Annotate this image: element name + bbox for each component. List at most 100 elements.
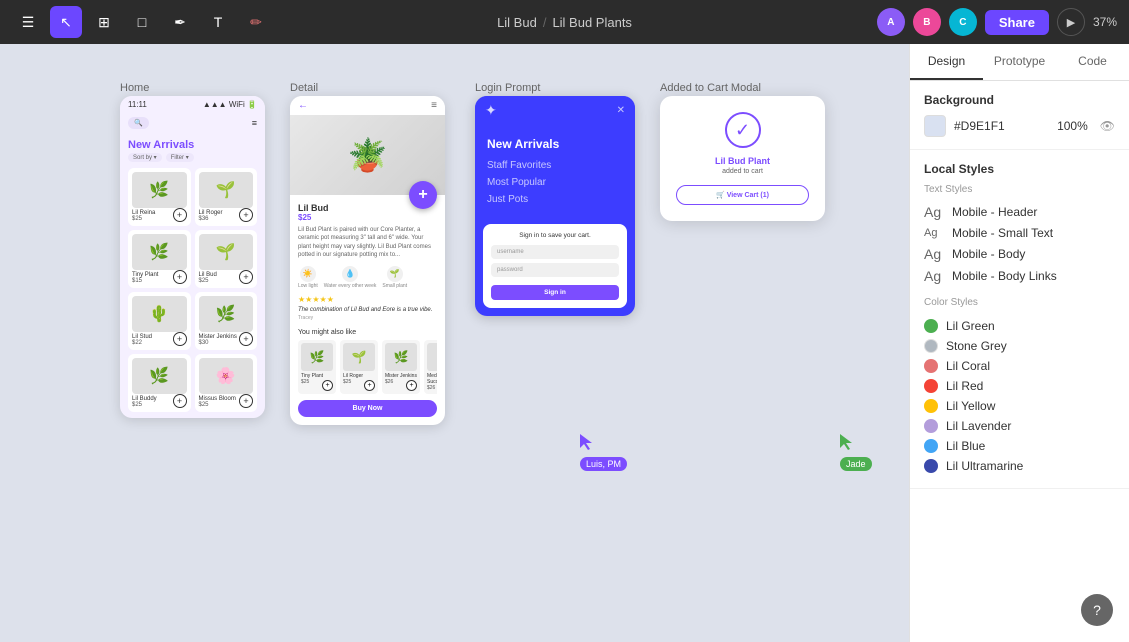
plant-item[interactable]: 🌵 Lil Stud $22 + [128, 292, 191, 350]
text-style-mobile-small[interactable]: Ag Mobile - Small Text [924, 223, 1115, 243]
color-stone-grey[interactable]: Stone Grey [924, 336, 1115, 356]
cart-plant-name: Lil Bud Plant [676, 156, 809, 166]
add-to-cart-btn[interactable]: + [239, 270, 253, 284]
eye-icon[interactable]: 👁 [1100, 119, 1115, 133]
add-to-cart-btn[interactable]: + [173, 332, 187, 346]
lil-ultramarine-label: Lil Ultramarine [946, 459, 1023, 473]
size-icon: 🌱 [387, 266, 403, 282]
detail-frame: ← ≡ 🪴 + Lil Bud $25 Lil Bud Plant is pai… [290, 96, 445, 425]
lil-coral-label: Lil Coral [946, 359, 990, 373]
upsell-add-btn[interactable]: + [322, 380, 333, 391]
add-to-cart-btn[interactable]: + [173, 394, 187, 408]
signin-button[interactable]: Sign in [491, 285, 619, 300]
upsell-item[interactable]: 🌱 Lil Roger $25 + [340, 340, 378, 394]
tab-design[interactable]: Design [910, 44, 983, 80]
plant-item[interactable]: 🌿 Mister Jenkins $30 + [195, 292, 258, 350]
home-search[interactable]: 🔍 [128, 117, 149, 129]
tab-code[interactable]: Code [1056, 44, 1129, 80]
color-styles-subtitle: Color Styles [924, 297, 1115, 308]
toolbar: ☰ ↖ ⊞ □ ✒ T ✏ Lil Bud / Lil Bud Plants A… [0, 0, 1129, 44]
view-cart-button[interactable]: 🛒 View Cart (1) [676, 185, 809, 205]
ag-icon-body-links: Ag [924, 268, 944, 284]
bg-color-swatch[interactable] [924, 115, 946, 137]
add-to-cart-btn[interactable]: + [239, 208, 253, 222]
text-style-mobile-body-links[interactable]: Ag Mobile - Body Links [924, 265, 1115, 287]
pen-tool[interactable]: ✒ [164, 6, 196, 38]
home-frame-label: Home [120, 82, 149, 94]
tab-prototype[interactable]: Prototype [983, 44, 1056, 80]
help-button[interactable]: ? [1081, 594, 1113, 626]
text-tool[interactable]: T [202, 6, 234, 38]
color-lil-blue[interactable]: Lil Blue [924, 436, 1115, 456]
sort-chip[interactable]: Sort by ▾ [128, 153, 162, 162]
color-lil-coral[interactable]: Lil Coral [924, 356, 1115, 376]
pencil-tool[interactable]: ✏ [240, 6, 272, 38]
add-to-cart-btn[interactable]: + [239, 394, 253, 408]
upsell-add-btn[interactable]: + [406, 380, 417, 391]
color-lil-ultramarine[interactable]: Lil Ultramarine [924, 456, 1115, 476]
plant-item[interactable]: 🌱 Lil Roger $36 + [195, 168, 258, 226]
add-to-cart-btn[interactable]: + [173, 270, 187, 284]
color-lil-yellow[interactable]: Lil Yellow [924, 396, 1115, 416]
text-style-mobile-body[interactable]: Ag Mobile - Body [924, 243, 1115, 265]
color-lil-lavender[interactable]: Lil Lavender [924, 416, 1115, 436]
lil-yellow-swatch [924, 399, 938, 413]
login-menu-pots[interactable]: Just Pots [487, 191, 623, 208]
login-menu-staff[interactable]: Staff Favorites [487, 157, 623, 174]
avatar-1: A [877, 8, 905, 36]
plant-item[interactable]: 🌸 Missus Bloom $25 + [195, 354, 258, 412]
lil-green-swatch [924, 319, 938, 333]
menu-icon[interactable]: ☰ [12, 6, 44, 38]
detail-frame-label: Detail [290, 82, 318, 94]
upsell-add-btn[interactable]: + [364, 380, 375, 391]
plant-item[interactable]: 🌱 Lil Bud $25 + [195, 230, 258, 288]
upsell-item[interactable]: 🌿 Mister Jenkins $26 + [382, 340, 420, 394]
back-icon[interactable]: ← [298, 100, 308, 111]
add-to-cart-btn[interactable]: + [173, 208, 187, 222]
filter-row: Sort by ▾ Filter ▾ [128, 153, 257, 162]
canvas[interactable]: Home 11:11 ▲▲▲ WiFi 🔋 🔍 ≡ New Arrivals S… [0, 44, 909, 642]
plant-item[interactable]: 🌿 Tiny Plant $15 + [128, 230, 191, 288]
filter-chip[interactable]: Filter ▾ [166, 153, 194, 162]
login-close-icon[interactable]: ✕ [617, 105, 625, 116]
detail-description: Lil Bud Plant is paired with our Core Pl… [298, 226, 437, 260]
cursor-luis: Luis, PM [580, 434, 627, 471]
shape-tool[interactable]: □ [126, 6, 158, 38]
frame-tool[interactable]: ⊞ [88, 6, 120, 38]
share-button[interactable]: Share [985, 10, 1049, 35]
add-to-cart-btn[interactable]: + [239, 332, 253, 346]
lil-coral-swatch [924, 359, 938, 373]
bg-color-hex[interactable]: #D9E1F1 [954, 119, 1005, 133]
review-text: The combination of Lil Bud and Eore is a… [298, 307, 437, 313]
buy-now-button[interactable]: Buy Now [298, 400, 437, 417]
style-name-header: Mobile - Header [952, 205, 1037, 219]
text-style-mobile-header[interactable]: Ag Mobile - Header [924, 201, 1115, 223]
zoom-level[interactable]: 37% [1093, 15, 1117, 29]
lil-green-label: Lil Green [946, 319, 995, 333]
detail-menu-icon[interactable]: ≡ [431, 100, 437, 111]
bg-opacity[interactable]: 100% [1057, 119, 1088, 133]
plant-img: 🌸 [199, 358, 254, 394]
star-rating: ★★★★★ [298, 295, 437, 304]
play-button[interactable]: ▶ [1057, 8, 1085, 36]
detail-content: Lil Bud $25 Lil Bud Plant is paired with… [290, 195, 445, 425]
breadcrumb-project[interactable]: Lil Bud Plants [552, 15, 632, 30]
upsell-scroll: 🌿 Tiny Plant $25 + 🌱 Lil Roger $25 + [298, 340, 437, 394]
plant-item[interactable]: 🌿 Lil Reina $25 + [128, 168, 191, 226]
username-field[interactable]: username [491, 245, 619, 259]
color-lil-green[interactable]: Lil Green [924, 316, 1115, 336]
plant-item[interactable]: 🌿 Lil Buddy $25 + [128, 354, 191, 412]
select-tool[interactable]: ↖ [50, 6, 82, 38]
login-menu-popular[interactable]: Most Popular [487, 174, 623, 191]
home-menu-icon[interactable]: ≡ [252, 118, 257, 128]
panel-tabs: Design Prototype Code [910, 44, 1129, 81]
login-header: New Arrivals Staff Favorites Most Popula… [475, 125, 635, 216]
login-form: Sign in to save your cart. username pass… [483, 224, 627, 308]
care-size: 🌱 Small plant [382, 266, 407, 289]
color-lil-red[interactable]: Lil Red [924, 376, 1115, 396]
upsell-item[interactable]: 🌿 Tiny Plant $25 + [298, 340, 336, 394]
fab-add-button[interactable]: + [409, 181, 437, 209]
upsell-item[interactable]: 🌵 Medium Succulent $26 + [424, 340, 437, 394]
background-section: Background #D9E1F1 100% 👁 [910, 81, 1129, 150]
password-field[interactable]: password [491, 263, 619, 277]
